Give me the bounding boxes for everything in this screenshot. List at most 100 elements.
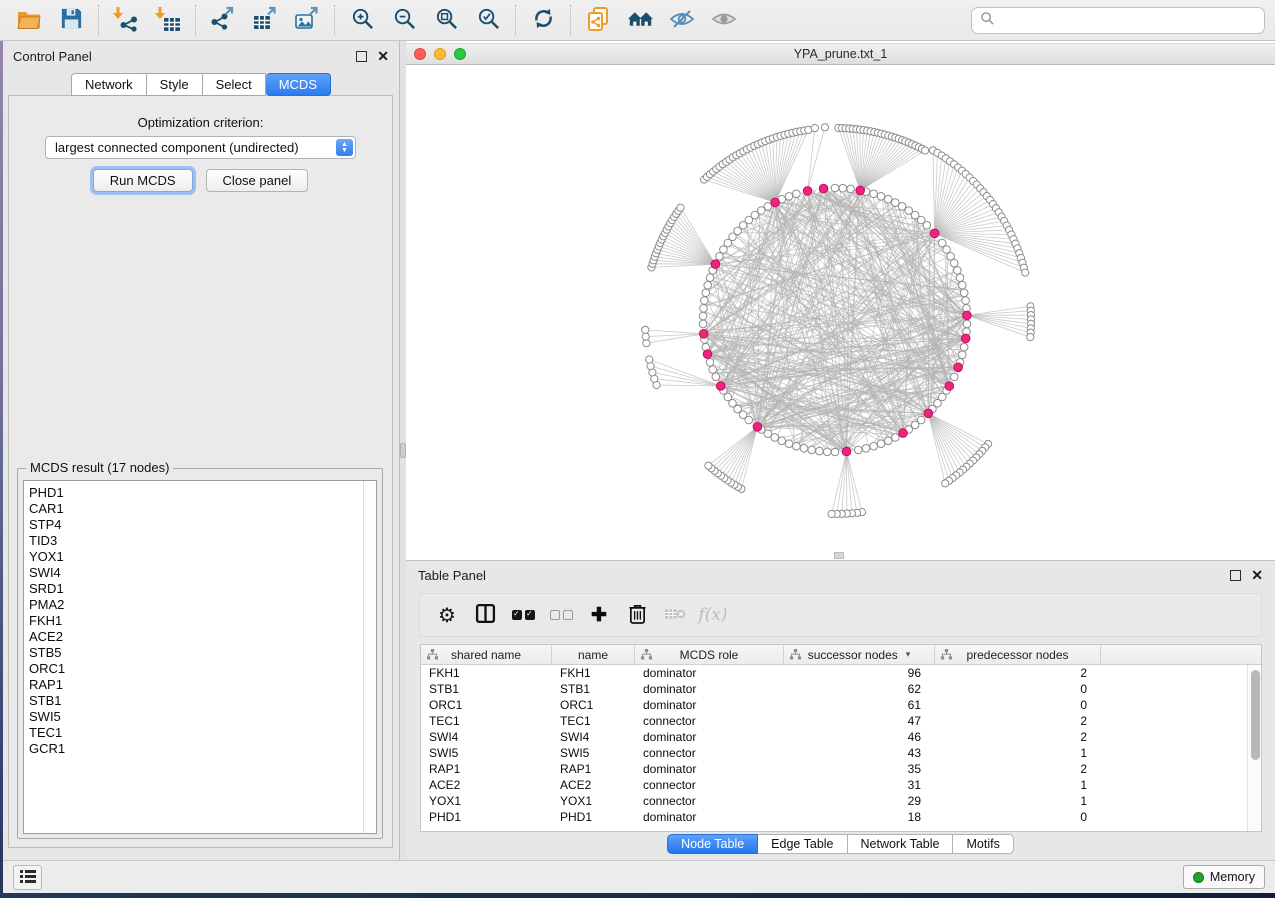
column-header-mcds-role[interactable]: MCDS role bbox=[635, 645, 784, 664]
import-network-button[interactable] bbox=[105, 3, 147, 37]
close-panel-button[interactable]: Close panel bbox=[206, 169, 309, 192]
mcds-result-item[interactable]: TID3 bbox=[29, 533, 376, 549]
table-row[interactable]: ORC1ORC1dominator610 bbox=[421, 697, 1247, 713]
network-hub-node[interactable] bbox=[954, 363, 963, 372]
tab-motifs[interactable]: Motifs bbox=[953, 834, 1013, 854]
table-row[interactable]: SWI4SWI4dominator462 bbox=[421, 729, 1247, 745]
network-node[interactable] bbox=[1027, 334, 1034, 341]
network-node[interactable] bbox=[800, 445, 808, 453]
table-settings-button[interactable]: ⚙ bbox=[428, 598, 466, 632]
mcds-result-item[interactable]: SWI5 bbox=[29, 709, 376, 725]
show-columns-button[interactable] bbox=[466, 598, 504, 632]
network-node[interactable] bbox=[643, 340, 650, 347]
network-node[interactable] bbox=[821, 124, 828, 131]
network-hub-node[interactable] bbox=[961, 334, 970, 343]
network-node[interactable] bbox=[793, 190, 801, 198]
network-node[interactable] bbox=[831, 184, 839, 192]
network-hub-node[interactable] bbox=[930, 229, 939, 238]
network-node[interactable] bbox=[847, 185, 855, 193]
mcds-list-scrollbar[interactable] bbox=[363, 481, 376, 833]
tab-node-table[interactable]: Node Table bbox=[667, 834, 758, 854]
memory-button[interactable]: Memory bbox=[1183, 865, 1265, 889]
mcds-result-item[interactable]: SWI4 bbox=[29, 565, 376, 581]
deselect-all-button[interactable] bbox=[542, 598, 580, 632]
network-node[interactable] bbox=[642, 326, 649, 333]
network-hub-node[interactable] bbox=[899, 429, 908, 438]
tab-style[interactable]: Style bbox=[147, 73, 203, 96]
network-node[interactable] bbox=[701, 297, 709, 305]
table-row[interactable]: PHD1PHD1dominator180 bbox=[421, 809, 1247, 825]
column-header-name[interactable]: name bbox=[552, 645, 635, 664]
delete-column-button[interactable] bbox=[656, 598, 694, 632]
scrollbar-thumb[interactable] bbox=[1251, 670, 1260, 760]
network-node[interactable] bbox=[712, 373, 720, 381]
network-node[interactable] bbox=[705, 462, 712, 469]
export-network-button[interactable] bbox=[202, 3, 244, 37]
network-node[interactable] bbox=[870, 190, 878, 198]
run-mcds-button[interactable]: Run MCDS bbox=[93, 169, 193, 192]
refresh-button[interactable] bbox=[522, 3, 564, 37]
zoom-fit-button[interactable] bbox=[425, 3, 467, 37]
network-node[interactable] bbox=[950, 259, 958, 267]
network-node[interactable] bbox=[677, 204, 684, 211]
network-hub-node[interactable] bbox=[803, 187, 812, 196]
hide-eye-button[interactable] bbox=[661, 3, 703, 37]
network-node[interactable] bbox=[959, 351, 967, 359]
network-hub-node[interactable] bbox=[945, 382, 954, 391]
network-node[interactable] bbox=[963, 320, 971, 328]
network-node[interactable] bbox=[785, 440, 793, 448]
mcds-result-item[interactable]: PMA2 bbox=[29, 597, 376, 613]
search-input[interactable] bbox=[995, 13, 1256, 28]
show-panels-button[interactable] bbox=[13, 865, 42, 890]
table-row[interactable]: SWI5SWI5connector431 bbox=[421, 745, 1247, 761]
network-node[interactable] bbox=[884, 437, 892, 445]
network-node[interactable] bbox=[942, 480, 949, 487]
network-node[interactable] bbox=[947, 253, 955, 261]
mcds-result-item[interactable]: STP4 bbox=[29, 517, 376, 533]
tab-edge-table[interactable]: Edge Table bbox=[758, 834, 847, 854]
network-canvas[interactable] bbox=[406, 65, 1275, 560]
network-node[interactable] bbox=[793, 442, 801, 450]
network-node[interactable] bbox=[884, 195, 892, 203]
table-row[interactable]: RAP1RAP1dominator352 bbox=[421, 761, 1247, 777]
column-header-predecessor-nodes[interactable]: predecessor nodes bbox=[935, 645, 1101, 664]
mcds-result-item[interactable]: RAP1 bbox=[29, 677, 376, 693]
network-node[interactable] bbox=[1022, 269, 1029, 276]
table-scrollbar[interactable] bbox=[1247, 665, 1261, 831]
network-node[interactable] bbox=[943, 246, 951, 254]
network-node[interactable] bbox=[870, 442, 878, 450]
network-node[interactable] bbox=[954, 267, 962, 275]
network-node[interactable] bbox=[778, 437, 786, 445]
mcds-result-item[interactable]: STB1 bbox=[29, 693, 376, 709]
open-button[interactable] bbox=[8, 3, 50, 37]
show-eye-button[interactable] bbox=[703, 3, 745, 37]
network-node[interactable] bbox=[785, 193, 793, 201]
table-row[interactable]: TEC1TEC1connector472 bbox=[421, 713, 1247, 729]
close-panel-icon[interactable]: ✕ bbox=[1251, 570, 1263, 581]
network-node[interactable] bbox=[950, 373, 958, 381]
network-node[interactable] bbox=[959, 281, 967, 289]
network-node[interactable] bbox=[699, 312, 707, 320]
save-button[interactable] bbox=[50, 3, 92, 37]
float-panel-icon[interactable] bbox=[1230, 570, 1241, 581]
mcds-result-item[interactable]: ACE2 bbox=[29, 629, 376, 645]
table-row[interactable]: FKH1FKH1dominator962 bbox=[421, 665, 1247, 681]
network-node[interactable] bbox=[706, 274, 714, 282]
delete-row-button[interactable] bbox=[618, 598, 656, 632]
mcds-result-item[interactable]: CAR1 bbox=[29, 501, 376, 517]
network-hub-node[interactable] bbox=[711, 260, 720, 269]
network-hub-node[interactable] bbox=[856, 186, 865, 195]
network-hub-node[interactable] bbox=[753, 423, 762, 432]
network-node[interactable] bbox=[706, 359, 714, 367]
network-node[interactable] bbox=[923, 222, 931, 230]
zoom-in-button[interactable] bbox=[341, 3, 383, 37]
network-node[interactable] bbox=[808, 446, 816, 454]
network-node[interactable] bbox=[699, 320, 707, 328]
network-node[interactable] bbox=[956, 274, 964, 282]
table-row[interactable]: ACE2ACE2connector311 bbox=[421, 777, 1247, 793]
network-node[interactable] bbox=[704, 281, 712, 289]
select-all-button[interactable] bbox=[504, 598, 542, 632]
network-node[interactable] bbox=[877, 440, 885, 448]
copy-network-button[interactable] bbox=[577, 3, 619, 37]
horizontal-divider-grabber-icon[interactable] bbox=[834, 552, 844, 559]
